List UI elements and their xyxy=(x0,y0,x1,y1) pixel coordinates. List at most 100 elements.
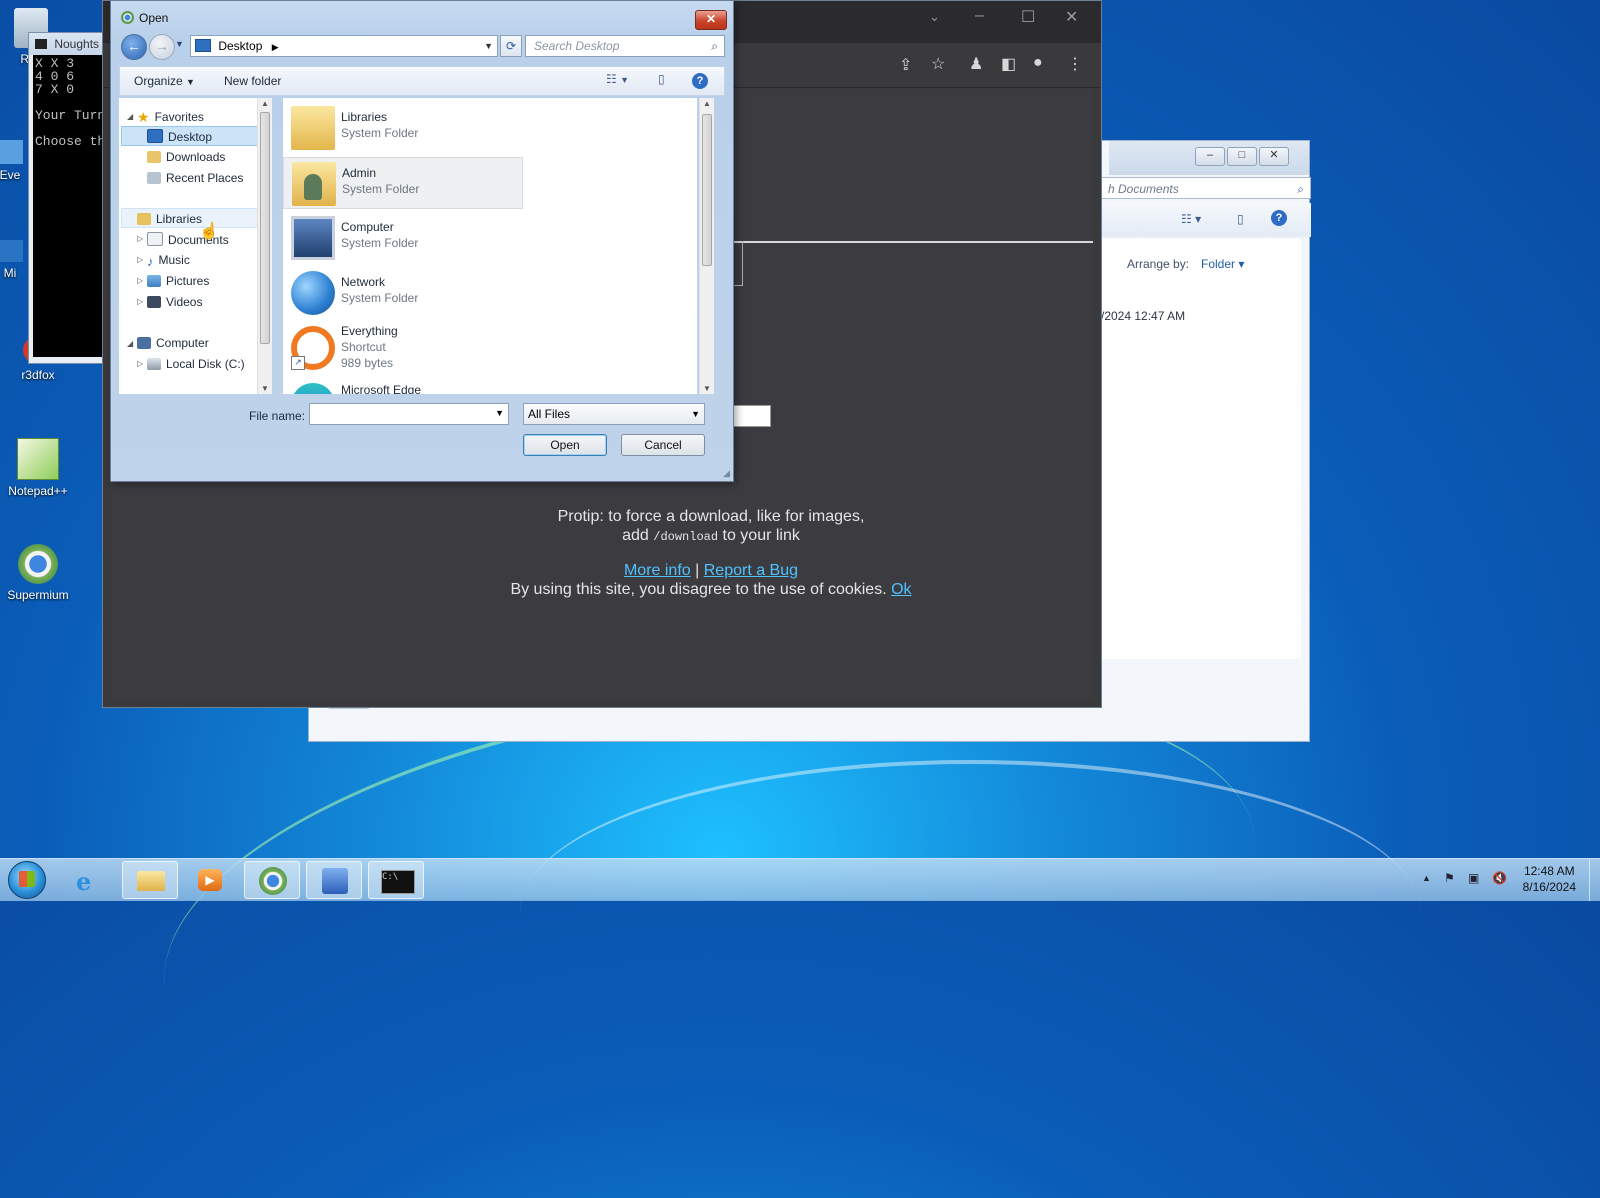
menu-kebab-icon[interactable]: ⋮ xyxy=(1067,54,1083,74)
breadcrumb-desktop[interactable]: Desktop xyxy=(218,39,262,53)
share-icon[interactable]: ⇪ xyxy=(899,55,912,75)
help-icon[interactable]: ? xyxy=(1271,210,1287,226)
close-button[interactable]: ✕ xyxy=(1259,147,1289,166)
navigation-pane[interactable]: ◢ ★ Favorites Desktop Downloads Recent Pl… xyxy=(119,98,271,394)
nav-videos[interactable]: Videos xyxy=(147,295,202,309)
nav-computer[interactable]: Computer xyxy=(137,336,209,350)
arrange-dropdown[interactable]: Folder ▾ xyxy=(1201,257,1244,271)
file-date: /2024 12:47 AM xyxy=(1101,309,1186,323)
taskbar-media-player[interactable]: ▶ xyxy=(182,861,238,899)
maximize-button[interactable]: □ xyxy=(1227,147,1257,166)
system-clock[interactable]: 12:48 AM 8/16/2024 xyxy=(1523,863,1576,895)
scroll-up-icon[interactable]: ▲ xyxy=(261,99,269,108)
nav-music[interactable]: ♪ Music xyxy=(147,253,190,269)
scroll-down-icon[interactable]: ▼ xyxy=(703,384,711,393)
expand-pictures-icon[interactable]: ▷ xyxy=(137,276,143,285)
explorer-search-input[interactable]: h Documents ⌕ xyxy=(1101,177,1311,199)
chevron-down-icon[interactable]: ▼ xyxy=(495,408,504,418)
bookmark-star-icon[interactable]: ☆ xyxy=(931,54,945,74)
refresh-button[interactable]: ⟳ xyxy=(500,35,522,57)
dialog-close-button[interactable]: ✕ xyxy=(695,10,727,30)
recent-pages-chevron-icon[interactable]: ▼ xyxy=(175,39,184,49)
side-panel-icon[interactable]: ◧ xyxy=(1001,54,1016,74)
console-titlebar[interactable]: Noughts xyxy=(29,33,107,55)
dialog-search-input[interactable]: Search Desktop ⌕ xyxy=(525,35,725,57)
taskbar-app[interactable] xyxy=(306,861,362,899)
help-icon[interactable]: ? xyxy=(692,73,708,89)
extension-icon[interactable]: ♟ xyxy=(969,54,983,74)
action-center-flag-icon[interactable]: ⚑ xyxy=(1444,871,1455,885)
taskbar-explorer[interactable] xyxy=(122,861,178,899)
scroll-thumb[interactable] xyxy=(702,114,712,266)
console-window[interactable]: Noughts X X 3 4 0 6 7 X 0 Your Turn Choo… xyxy=(28,32,108,364)
open-dialog[interactable]: Open ✕ ← → ▼ Desktop ▶ ▼ ⟳ Search Deskto… xyxy=(110,0,734,482)
expand-documents-icon[interactable]: ▷ xyxy=(137,234,143,243)
expand-videos-icon[interactable]: ▷ xyxy=(137,297,143,306)
file-item-computer[interactable]: Computer System Folder xyxy=(283,212,523,264)
network-icon[interactable]: ▣ xyxy=(1468,871,1479,885)
scroll-down-icon[interactable]: ▼ xyxy=(261,384,269,393)
nav-favorites[interactable]: ★ Favorites xyxy=(137,109,204,125)
show-hidden-icons-icon[interactable]: ▲ xyxy=(1422,873,1431,883)
view-options-icon[interactable]: ☷ ▾ xyxy=(1181,212,1201,226)
file-item-admin[interactable]: Admin System Folder xyxy=(283,157,523,209)
console-output[interactable]: X X 3 4 0 6 7 X 0 Your Turn Choose th xyxy=(33,55,103,357)
new-folder-button[interactable]: New folder xyxy=(224,74,281,88)
preview-pane-icon[interactable]: ▯ xyxy=(1237,212,1244,226)
open-button[interactable]: Open xyxy=(523,434,607,456)
taskbar-supermium[interactable] xyxy=(244,861,300,899)
nav-label: Recent Places xyxy=(166,171,244,185)
show-desktop-button[interactable] xyxy=(1589,859,1600,901)
address-bar[interactable]: Desktop ▶ ▼ xyxy=(190,35,498,57)
nav-pictures[interactable]: Pictures xyxy=(147,274,209,288)
expand-local-disk-icon[interactable]: ▷ xyxy=(137,359,143,368)
tab-search-icon[interactable]: ⌄ xyxy=(929,9,940,25)
app-icon xyxy=(0,140,23,164)
file-name-input[interactable]: ▼ xyxy=(309,403,509,425)
cancel-button[interactable]: Cancel xyxy=(621,434,705,456)
file-item-everything[interactable]: ↗ Everything Shortcut 989 bytes xyxy=(283,322,523,380)
explorer-titlebar[interactable]: – □ ✕ xyxy=(1109,141,1309,175)
file-item-network[interactable]: Network System Folder xyxy=(283,267,523,319)
nav-recent-places[interactable]: Recent Places xyxy=(147,171,243,185)
desktop-icon-notepadpp[interactable]: Notepad++ xyxy=(0,438,80,498)
minimize-icon[interactable]: – xyxy=(975,7,984,25)
taskbar-ie[interactable]: e xyxy=(62,861,118,899)
file-item-libraries[interactable]: Libraries System Folder xyxy=(283,102,523,154)
user-icon xyxy=(304,174,322,200)
expand-music-icon[interactable]: ▷ xyxy=(137,255,143,264)
more-info-link[interactable]: More info xyxy=(624,562,691,579)
file-type-select[interactable]: All Files ▼ xyxy=(523,403,705,425)
change-view-icon[interactable]: ☷ ▼ xyxy=(606,72,629,86)
resize-grip-icon[interactable]: ◢ xyxy=(723,468,730,479)
nav-libraries[interactable]: Libraries xyxy=(137,212,202,226)
start-button[interactable] xyxy=(8,861,46,899)
nav-local-disk[interactable]: Local Disk (C:) xyxy=(147,357,245,371)
desktop-icon-supermium[interactable]: Supermium xyxy=(0,544,80,602)
close-icon[interactable]: ✕ xyxy=(1065,7,1078,27)
cookie-ok-link[interactable]: Ok xyxy=(891,581,911,598)
back-button[interactable]: ← xyxy=(121,34,147,60)
scroll-up-icon[interactable]: ▲ xyxy=(703,99,711,108)
volume-muted-icon[interactable]: 🔇 xyxy=(1492,871,1507,885)
nav-scrollbar[interactable]: ▲ ▼ xyxy=(257,98,272,394)
expand-favorites-icon[interactable]: ◢ xyxy=(127,112,133,121)
maximize-icon[interactable]: ☐ xyxy=(1021,7,1035,27)
organize-menu[interactable]: Organize ▼ xyxy=(134,74,195,88)
console-icon xyxy=(35,39,47,49)
nav-desktop[interactable]: Desktop xyxy=(147,129,212,144)
scroll-thumb[interactable] xyxy=(260,112,270,344)
file-type: System Folder xyxy=(341,126,419,140)
nav-downloads[interactable]: Downloads xyxy=(147,150,225,164)
file-scrollbar[interactable]: ▲ ▼ xyxy=(699,98,714,394)
profile-icon[interactable]: ● xyxy=(1033,54,1043,72)
preview-pane-icon[interactable]: ▯ xyxy=(658,72,665,86)
file-item-edge[interactable]: Microsoft Edge xyxy=(283,381,523,394)
address-dropdown-icon[interactable]: ▼ xyxy=(484,36,493,56)
file-list[interactable]: Libraries System Folder Admin System Fol… xyxy=(283,98,697,394)
minimize-button[interactable]: – xyxy=(1195,147,1225,166)
forward-button[interactable]: → xyxy=(149,34,175,60)
report-bug-link[interactable]: Report a Bug xyxy=(704,562,798,579)
expand-computer-icon[interactable]: ◢ xyxy=(127,339,133,348)
taskbar-console[interactable]: C:\ xyxy=(368,861,424,899)
